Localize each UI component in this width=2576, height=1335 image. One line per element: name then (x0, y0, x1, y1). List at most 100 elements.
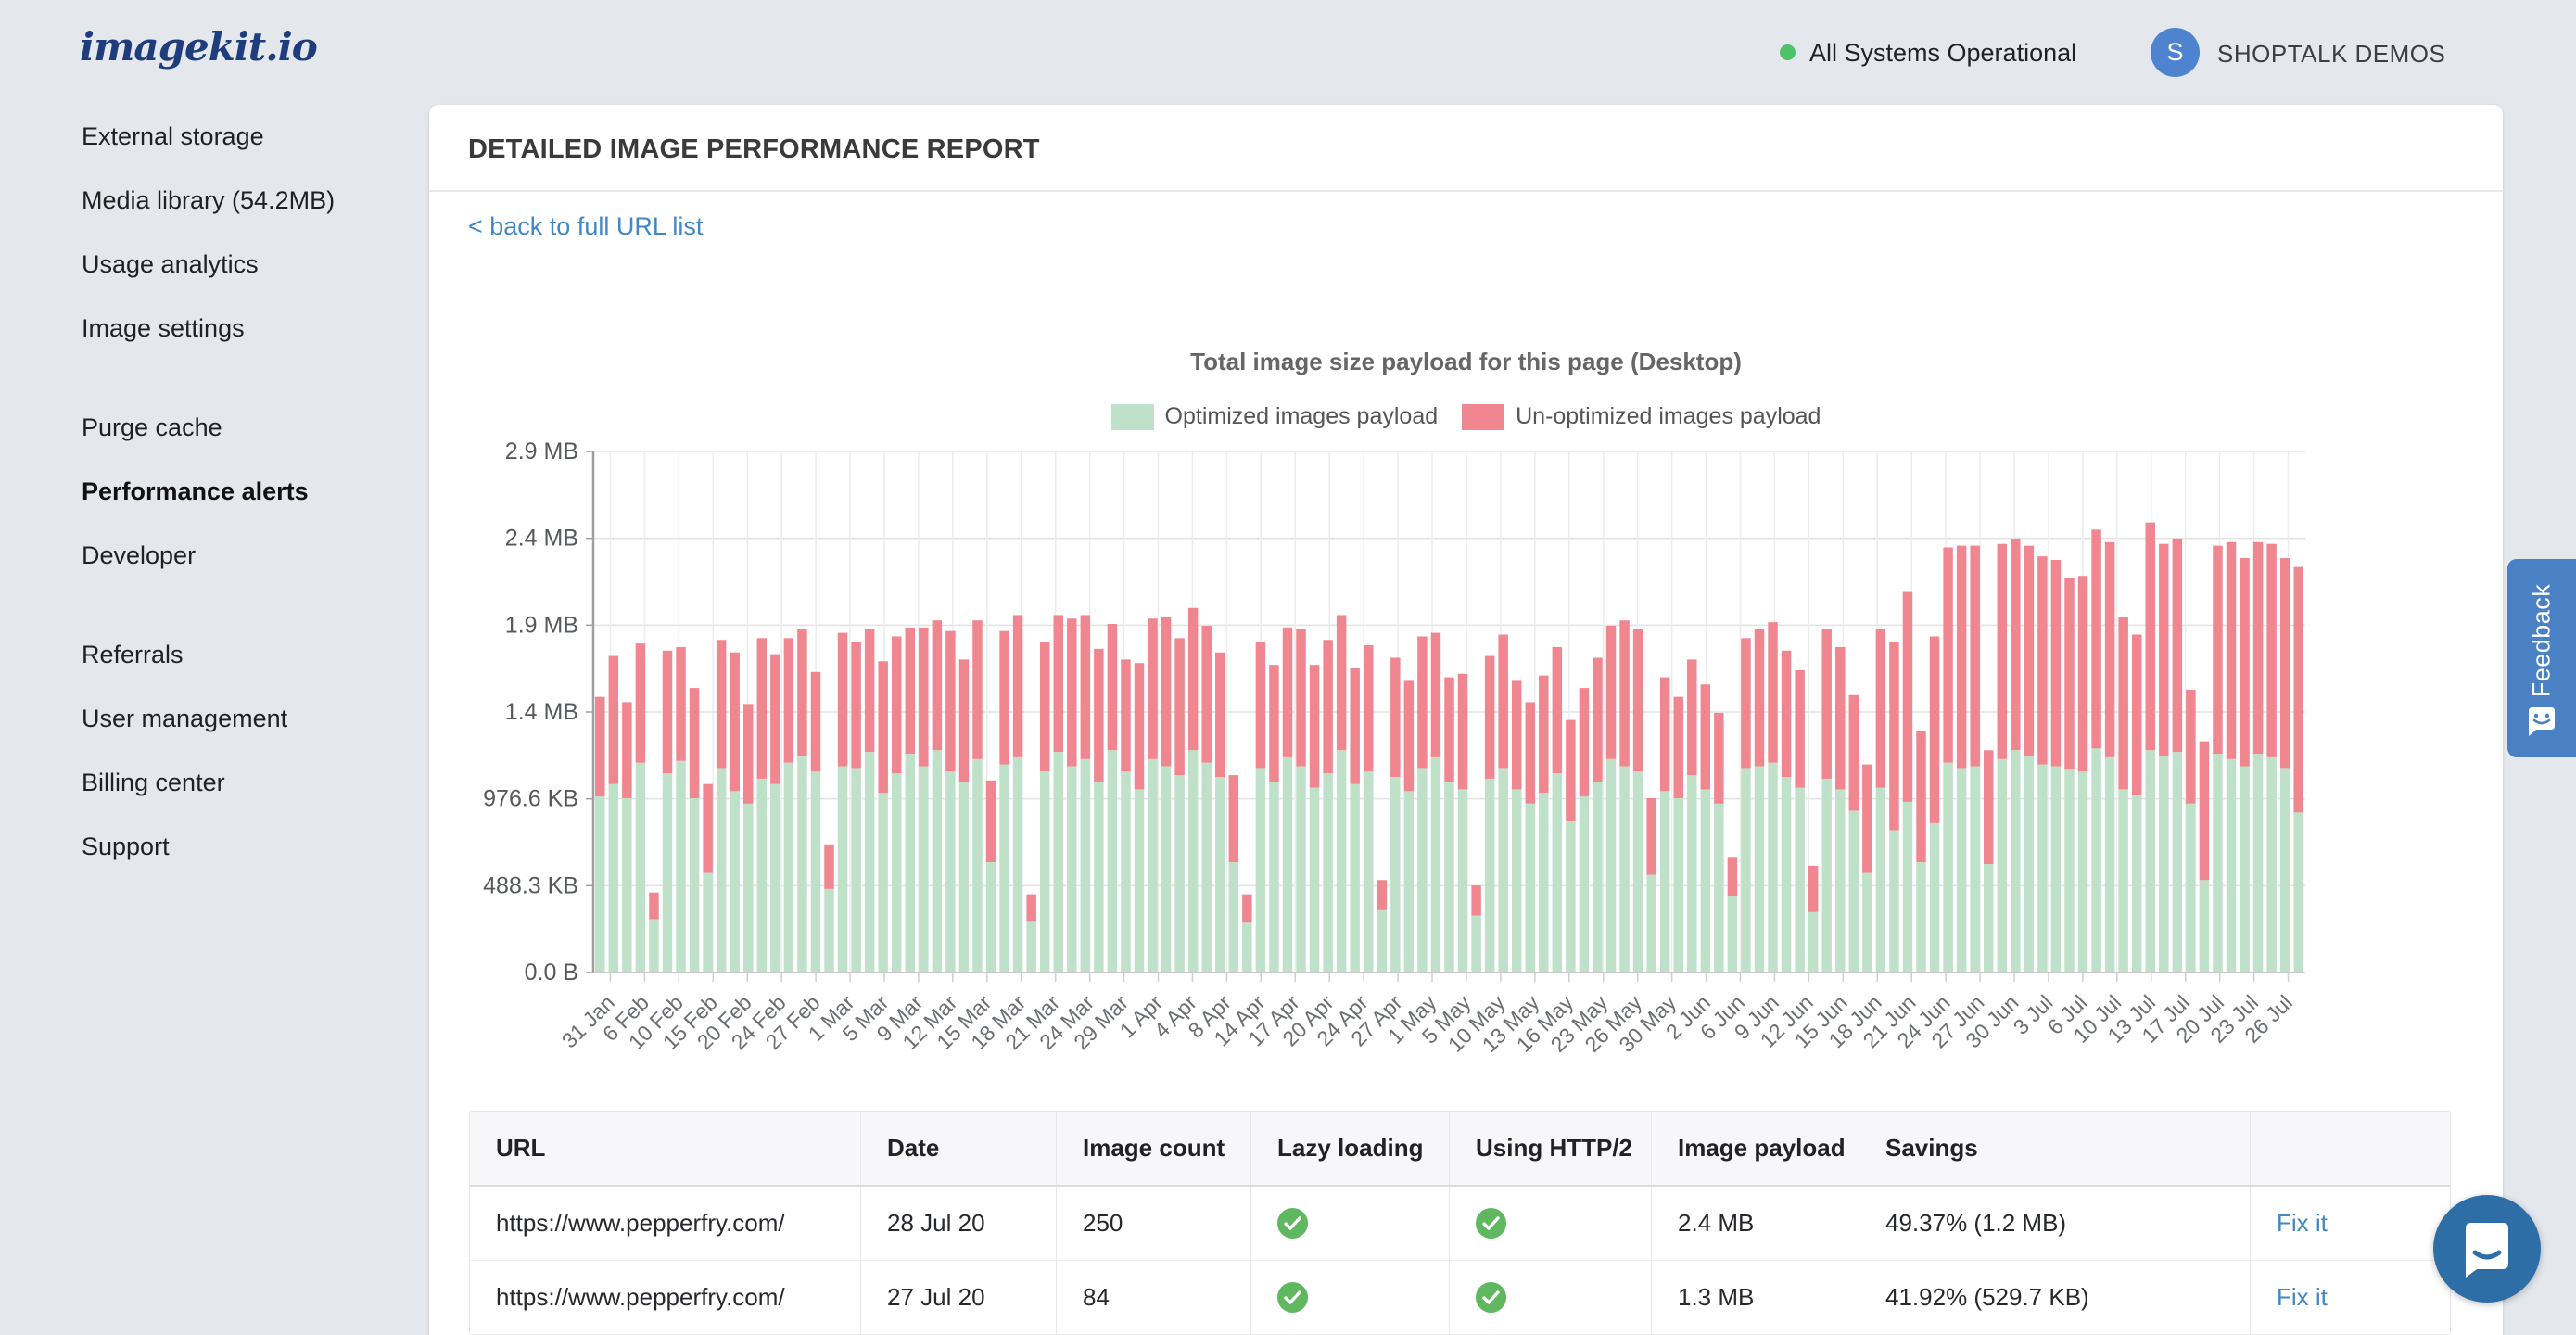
bar-unoptimized[interactable] (1458, 674, 1467, 790)
bar-unoptimized[interactable] (690, 688, 699, 798)
bar-unoptimized[interactable] (2091, 529, 2100, 748)
bar-unoptimized[interactable] (1633, 629, 1643, 771)
bar-unoptimized[interactable] (1728, 857, 1737, 896)
bar-unoptimized[interactable] (865, 629, 874, 752)
bar-unoptimized[interactable] (972, 620, 982, 759)
bar-optimized[interactable] (1242, 922, 1251, 973)
bar-optimized[interactable] (649, 919, 658, 973)
bar-optimized[interactable] (1377, 910, 1387, 973)
bar-optimized[interactable] (1876, 787, 1885, 973)
bar-unoptimized[interactable] (1256, 642, 1265, 768)
bar-unoptimized[interactable] (1201, 626, 1211, 763)
bar-unoptimized[interactable] (1835, 647, 1845, 789)
bar-unoptimized[interactable] (717, 640, 726, 768)
bar-unoptimized[interactable] (1539, 676, 1548, 794)
bar-optimized[interactable] (851, 768, 860, 973)
bar-optimized[interactable] (1526, 804, 1535, 973)
bar-unoptimized[interactable] (1619, 620, 1629, 766)
fix-it-link[interactable]: Fix it (2277, 1283, 2328, 1312)
bar-unoptimized[interactable] (2159, 544, 2168, 756)
bar-unoptimized[interactable] (2146, 523, 2155, 751)
bar-unoptimized[interactable] (999, 631, 1009, 765)
bar-optimized[interactable] (892, 773, 901, 973)
bar-optimized[interactable] (1256, 768, 1265, 973)
bar-optimized[interactable] (1970, 766, 1979, 973)
bar-optimized[interactable] (1674, 798, 1683, 973)
bar-unoptimized[interactable] (1350, 668, 1359, 784)
bar-optimized[interactable] (2253, 754, 2263, 973)
bar-optimized[interactable] (838, 766, 847, 973)
bar-optimized[interactable] (2064, 769, 2074, 973)
bar-optimized[interactable] (1390, 777, 1400, 973)
bar-optimized[interactable] (757, 779, 767, 973)
bar-optimized[interactable] (2293, 812, 2303, 973)
bar-unoptimized[interactable] (636, 643, 645, 763)
bar-optimized[interactable] (1229, 862, 1238, 973)
bar-unoptimized[interactable] (2105, 542, 2114, 757)
bar-optimized[interactable] (690, 798, 699, 973)
bar-unoptimized[interactable] (2037, 556, 2047, 764)
bar-unoptimized[interactable] (1821, 629, 1831, 779)
bar-unoptimized[interactable] (959, 659, 969, 782)
bar-unoptimized[interactable] (1943, 548, 1952, 763)
bar-unoptimized[interactable] (1674, 697, 1683, 798)
bar-unoptimized[interactable] (1498, 635, 1507, 769)
bar-unoptimized[interactable] (2186, 690, 2195, 804)
bar-optimized[interactable] (1108, 750, 1117, 973)
bar-unoptimized[interactable] (2266, 544, 2276, 757)
bar-optimized[interactable] (1404, 791, 1414, 973)
bar-unoptimized[interactable] (784, 638, 793, 762)
bar-unoptimized[interactable] (1390, 657, 1400, 777)
account-name[interactable]: SHOPTALK DEMOS (2217, 40, 2445, 69)
bar-unoptimized[interactable] (2280, 558, 2290, 768)
bar-unoptimized[interactable] (1040, 642, 1049, 771)
bar-optimized[interactable] (1821, 779, 1831, 973)
bar-optimized[interactable] (2132, 795, 2141, 973)
bar-unoptimized[interactable] (919, 628, 928, 767)
bar-optimized[interactable] (1553, 773, 1562, 973)
bar-unoptimized[interactable] (933, 620, 942, 750)
bar-unoptimized[interactable] (2227, 542, 2236, 759)
sidebar-item-performance-alerts[interactable]: Performance alerts (82, 460, 425, 524)
bar-optimized[interactable] (676, 761, 685, 973)
bar-unoptimized[interactable] (2011, 539, 2020, 750)
bar-optimized[interactable] (2105, 757, 2114, 973)
bar-unoptimized[interactable] (730, 653, 739, 792)
bar-unoptimized[interactable] (1283, 628, 1292, 757)
bar-optimized[interactable] (919, 766, 928, 973)
bar-unoptimized[interactable] (1417, 636, 1427, 768)
bar-optimized[interactable] (1013, 757, 1022, 973)
bar-unoptimized[interactable] (1553, 647, 1562, 773)
bar-optimized[interactable] (986, 862, 996, 973)
bar-unoptimized[interactable] (1849, 695, 1859, 811)
bar-optimized[interactable] (1795, 787, 1804, 973)
bar-optimized[interactable] (811, 771, 820, 973)
bar-optimized[interactable] (770, 784, 780, 973)
fix-it-cell[interactable]: Fix it (2251, 1261, 2452, 1334)
bar-unoptimized[interactable] (770, 655, 780, 784)
bar-unoptimized[interactable] (1714, 713, 1723, 804)
bar-optimized[interactable] (1619, 766, 1629, 973)
sidebar-item-media-library-54-2mb[interactable]: Media library (54.2MB) (82, 169, 425, 233)
bar-optimized[interactable] (1782, 777, 1791, 973)
bar-unoptimized[interactable] (1687, 659, 1696, 775)
bar-optimized[interactable] (2146, 750, 2155, 973)
bar-unoptimized[interactable] (1215, 653, 1225, 777)
bar-optimized[interactable] (1498, 768, 1507, 973)
bar-unoptimized[interactable] (824, 845, 833, 889)
bar-optimized[interactable] (2200, 880, 2209, 973)
bar-optimized[interactable] (1067, 766, 1076, 973)
bar-optimized[interactable] (972, 759, 982, 973)
fix-it-cell[interactable]: Fix it (2251, 1187, 2452, 1260)
bar-optimized[interactable] (2240, 766, 2249, 973)
bar-optimized[interactable] (1161, 766, 1171, 973)
bar-unoptimized[interactable] (757, 638, 767, 779)
bar-optimized[interactable] (1485, 779, 1494, 973)
bar-optimized[interactable] (2173, 752, 2182, 973)
bar-unoptimized[interactable] (1431, 633, 1440, 757)
bar-optimized[interactable] (1862, 873, 1872, 973)
bar-optimized[interactable] (1188, 750, 1198, 973)
bar-unoptimized[interactable] (1229, 775, 1238, 862)
bar-unoptimized[interactable] (892, 636, 901, 773)
bar-optimized[interactable] (1943, 763, 1952, 973)
